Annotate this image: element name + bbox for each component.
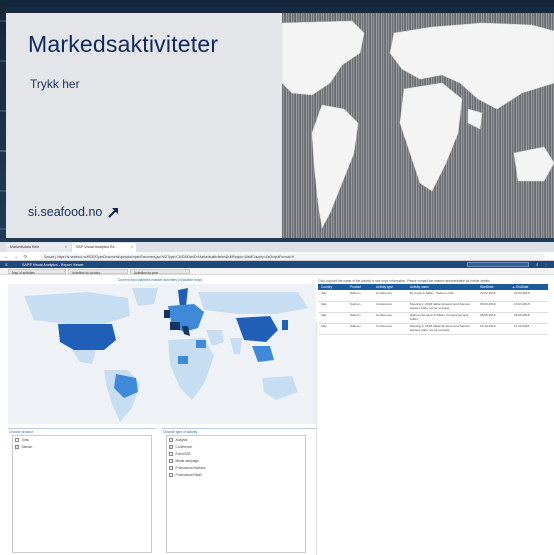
map-region-uk	[164, 310, 170, 318]
app-header: ≡ SAP® Visual Analytics - Report Viewer …	[0, 261, 554, 268]
map-region-japan	[282, 320, 288, 330]
card-url-link[interactable]: si.seafood.no	[28, 205, 102, 219]
checkbox[interactable]	[15, 438, 19, 442]
filter-option[interactable]: Event B2B	[169, 452, 191, 458]
tab-label: SAP Visual Analytics Re...	[76, 245, 118, 249]
table-header: Country Product Activity type Activity n…	[318, 284, 548, 290]
map-region-middle-east	[206, 330, 224, 346]
address-bar: ← → ⟳ Secure | https://si.seafood.no/BOE…	[0, 252, 554, 261]
column-header[interactable]: Activity name	[410, 285, 429, 289]
map-region-egypt	[196, 340, 206, 348]
map-region-usa	[58, 324, 116, 350]
map-region-australia	[262, 376, 298, 400]
table-note: Click on/point the name of the activity …	[318, 279, 491, 283]
browser-window: Markedsdata Hele × SAP Visual Analytics …	[0, 242, 554, 555]
map-region-southeast-asia	[252, 346, 274, 362]
browser-tab-active[interactable]: SAP Visual Analytics Re... ×	[72, 243, 136, 252]
filter-option[interactable]: Promotional Retail	[169, 473, 202, 479]
card-title: Markedsaktiviteter	[28, 31, 219, 57]
checkbox[interactable]	[169, 459, 173, 463]
tab-map-of-activities[interactable]: Map of activities	[8, 269, 66, 275]
menu-dots-icon[interactable]: ⋮	[544, 262, 548, 267]
map-region-china	[236, 316, 278, 342]
column-header[interactable]: Product	[350, 285, 361, 289]
activity-map[interactable]	[8, 284, 316, 424]
filter-option[interactable]: Promotional mkt/fairs	[169, 466, 205, 472]
filter-title: Choose product	[9, 430, 33, 434]
tab-activities-by-year[interactable]: Activities by year	[130, 269, 190, 275]
column-header[interactable]: StartDate	[480, 285, 493, 289]
checkbox[interactable]	[169, 473, 173, 477]
tab-label: Markedsdata Hele	[10, 245, 40, 249]
browser-tab-bar: Markedsdata Hele × SAP Visual Analytics …	[0, 242, 554, 252]
map-region-india	[230, 338, 242, 354]
search-icon[interactable]: ⌕	[536, 262, 539, 267]
product-filter: Choose product Torsk ✓ Salmon	[8, 428, 156, 555]
map-region-russia	[198, 292, 308, 314]
divider	[316, 322, 317, 555]
filter-option[interactable]: ✓ Salmon	[15, 445, 32, 451]
filter-title: Choose type of activity	[163, 430, 198, 434]
map-region-france	[170, 322, 180, 330]
checkbox[interactable]	[169, 452, 173, 456]
map-region-greenland	[132, 288, 158, 306]
filter-list: Analysis ✓ Conference Event B2B Media cam…	[166, 435, 306, 553]
promo-card[interactable]: Markedsaktiviteter Trykk her si.seafood.…	[6, 7, 554, 238]
navigation-buttons[interactable]: ← → ⟳	[4, 254, 29, 260]
column-header[interactable]: ▲ EndDate	[512, 285, 528, 289]
map-region-mexico	[72, 350, 96, 364]
checkbox-checked[interactable]: ✓	[169, 445, 173, 449]
hamburger-icon[interactable]: ≡	[5, 262, 8, 267]
browser-tab[interactable]: Markedsdata Hele ×	[6, 243, 70, 252]
close-icon[interactable]: ×	[131, 245, 133, 249]
map-region-nigeria	[178, 356, 188, 364]
table-row[interactable]: Italy Salmon Conference Meeting 1: 2018 …	[318, 302, 548, 313]
app-title: SAP® Visual Analytics - Report Viewer	[22, 262, 84, 267]
column-header[interactable]: Activity type	[376, 285, 393, 289]
checkbox[interactable]	[169, 438, 173, 442]
search-input[interactable]	[467, 262, 529, 267]
activity-type-filter: Choose type of activity Analysis ✓ Confer…	[162, 428, 316, 555]
tab-activities-by-country[interactable]: Activities by country	[68, 269, 128, 275]
filter-option[interactable]: Analysis	[169, 438, 187, 444]
table-row[interactable]: Italy Salmon Conference Salmon Seminar i…	[318, 313, 548, 324]
url-input[interactable]: Secure | https://si.seafood.no/BOE/OpenD…	[40, 253, 545, 260]
map-region-canada	[24, 292, 130, 324]
column-header[interactable]: Country	[321, 285, 332, 289]
map-region-africa	[168, 338, 214, 400]
card-cta-link[interactable]: Trykk her	[30, 77, 80, 91]
north-east-arrow-icon[interactable]	[107, 205, 121, 219]
close-icon[interactable]: ×	[65, 245, 67, 249]
filter-list: Torsk ✓ Salmon	[12, 435, 152, 553]
checkbox[interactable]	[169, 466, 173, 470]
map-title: Current and planned market activities (c…	[117, 278, 203, 282]
world-map-image	[282, 13, 554, 238]
table-row[interactable]: Italy Salmon Conference By Invite in Mil…	[318, 291, 548, 302]
checkbox-checked[interactable]: ✓	[15, 445, 19, 449]
filter-option[interactable]: Torsk	[15, 438, 29, 444]
table-row[interactable]: Italy Salmon Conference Meeting 2: 2018 …	[318, 324, 548, 335]
report-tabs: Map of activities Activities by country …	[0, 268, 554, 275]
filter-option[interactable]: Media campaign	[169, 459, 199, 465]
filter-option[interactable]: ✓ Conference	[169, 445, 192, 451]
